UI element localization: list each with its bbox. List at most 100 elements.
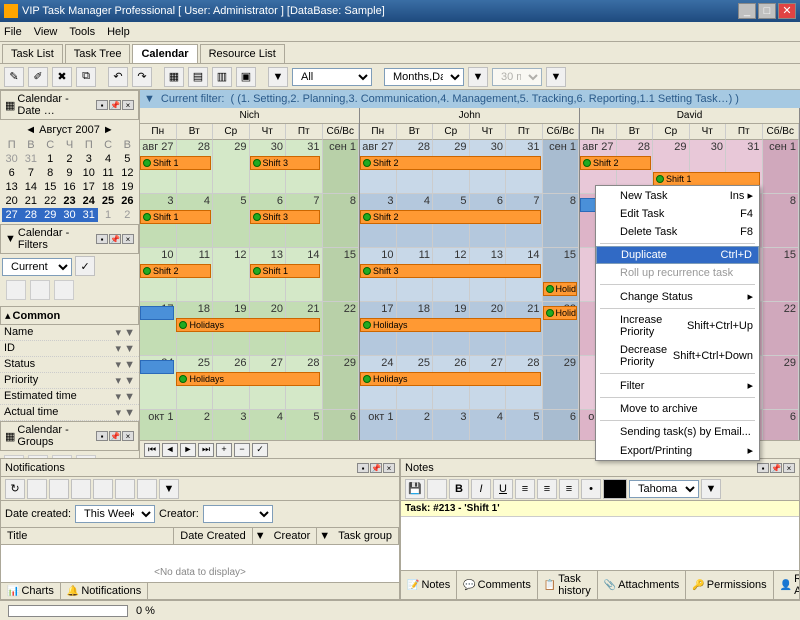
day-cell[interactable]: 6	[323, 410, 360, 440]
day-cell[interactable]: 5	[213, 194, 250, 247]
menu-item[interactable]: Roll up recurrence task	[596, 264, 759, 282]
prop-row[interactable]: Priority▾ ▼	[0, 373, 139, 389]
calendar-event[interactable]: Shift 3	[250, 210, 321, 224]
creator-select[interactable]	[203, 505, 273, 523]
filter-all-select[interactable]: All	[292, 68, 372, 86]
menu-item[interactable]: Sending task(s) by Email...	[596, 423, 759, 441]
day-cell[interactable]: окт 1	[360, 410, 397, 440]
tab-calendar[interactable]: Calendar	[132, 44, 197, 63]
menu-view[interactable]: View	[34, 26, 58, 38]
pin-icon[interactable]: 📌	[109, 100, 121, 110]
font-select[interactable]: Tahoma	[629, 480, 699, 498]
close-button[interactable]: ✕	[778, 3, 796, 19]
menu-item[interactable]: Export/Printing ▸	[596, 441, 759, 460]
align-right-icon[interactable]: ≡	[559, 479, 579, 499]
filter-ico2[interactable]	[30, 280, 50, 300]
bold-icon[interactable]: B	[449, 479, 469, 499]
day-cell[interactable]: 12	[213, 248, 250, 301]
redo-icon[interactable]: ↷	[132, 67, 152, 87]
menu-help[interactable]: Help	[107, 26, 130, 38]
calendar-event[interactable]	[140, 306, 174, 320]
calendar-event[interactable]: Shift 2	[360, 156, 541, 170]
calendar-event[interactable]	[140, 360, 174, 374]
btab-attachments[interactable]: 📎 Attachments	[598, 571, 687, 599]
align-left-icon[interactable]: ≡	[515, 479, 535, 499]
calendar-event[interactable]: Shift 1	[140, 156, 211, 170]
day-cell[interactable]: 8	[763, 194, 800, 247]
day-cell[interactable]: 6	[543, 410, 580, 440]
underline-icon[interactable]: U	[493, 479, 513, 499]
notif-ico3[interactable]	[49, 479, 69, 499]
btab-notes[interactable]: 📝 Notes	[401, 571, 457, 599]
menu-item[interactable]: Decrease PriorityShift+Ctrl+Down	[596, 341, 759, 371]
minimize-button[interactable]: _	[738, 3, 756, 19]
calendar-event[interactable]: Shift 2	[580, 156, 651, 170]
calendar-event[interactable]: Holidays	[543, 282, 577, 296]
day-cell[interactable]: 6	[763, 410, 800, 440]
day-cell[interactable]: 3	[433, 410, 470, 440]
date-created-select[interactable]: This Week	[75, 505, 155, 523]
calendar-event[interactable]: Holidays	[176, 372, 320, 386]
calendar-event[interactable]: Holidays	[176, 318, 320, 332]
day-cell[interactable]: 15	[763, 248, 800, 301]
calendar-event[interactable]: Shift 1	[250, 264, 321, 278]
view3-icon[interactable]: ▥	[212, 67, 232, 87]
x-icon[interactable]: ×	[122, 100, 134, 110]
calendar-event[interactable]: Shift 1	[653, 172, 761, 186]
day-cell[interactable]: 22	[763, 302, 800, 355]
prop-row[interactable]: ID▾ ▼	[0, 341, 139, 357]
notes-editor[interactable]	[401, 517, 799, 570]
panel-date-header[interactable]: ▦Calendar - Date … ▪📌×	[0, 90, 139, 120]
view4-icon[interactable]: ▣	[236, 67, 256, 87]
day-cell[interactable]: 8	[323, 194, 360, 247]
calendar-event[interactable]: Holidays	[543, 306, 577, 320]
btab-notifications[interactable]: 🔔 Notifications	[61, 583, 148, 599]
nav-plus-icon[interactable]: +	[216, 443, 232, 457]
notif-ico5[interactable]	[93, 479, 113, 499]
edit-icon[interactable]: ✐	[28, 67, 48, 87]
day-cell[interactable]: 3	[213, 410, 250, 440]
btab-permissions[interactable]: 🔑 Permissions	[686, 571, 773, 599]
day-cell[interactable]: 4	[250, 410, 287, 440]
day-cell[interactable]: 2	[397, 410, 434, 440]
panel-groups-header[interactable]: ▦Calendar - Groups ▪📌×	[0, 421, 139, 451]
menu-item[interactable]: Move to archive	[596, 400, 759, 418]
menu-item[interactable]: Increase PriorityShift+Ctrl+Up	[596, 311, 759, 341]
notes-ico2[interactable]	[427, 479, 447, 499]
day-cell[interactable]: сен 1	[763, 140, 800, 193]
notes-save-icon[interactable]: 💾	[405, 479, 425, 499]
filter-ico3[interactable]	[54, 280, 74, 300]
period-select[interactable]: Months,Days	[384, 68, 464, 86]
undo-icon[interactable]: ↶	[108, 67, 128, 87]
align-center-icon[interactable]: ≡	[537, 479, 557, 499]
calendar-event[interactable]: Holidays	[360, 318, 541, 332]
calendar-event[interactable]: Shift 2	[360, 210, 541, 224]
period-drop-icon[interactable]: ▼	[468, 67, 488, 87]
btab-history[interactable]: 📋 Task history	[538, 571, 598, 599]
tab-tasklist[interactable]: Task List	[2, 44, 63, 63]
calendar-event[interactable]: Shift 1	[140, 210, 211, 224]
filter-ico1[interactable]	[6, 280, 26, 300]
prop-row[interactable]: Name▾ ▼	[0, 325, 139, 341]
font-drop-icon[interactable]: ▼	[701, 479, 721, 499]
col-title[interactable]: Title	[1, 528, 174, 544]
bullets-icon[interactable]: •	[581, 479, 601, 499]
day-cell[interactable]: 29	[543, 356, 580, 409]
menu-item[interactable]: Change Status ▸	[596, 287, 759, 306]
prop-row[interactable]: Estimated time▾ ▼	[0, 389, 139, 405]
tab-resourcelist[interactable]: Resource List	[200, 44, 285, 63]
col-datecreated[interactable]: Date Created	[174, 528, 252, 544]
notif-ico7[interactable]	[137, 479, 157, 499]
nav-prev-icon[interactable]: ◄	[162, 443, 178, 457]
panel-common-header[interactable]: ▴Common	[0, 306, 139, 325]
col-taskgroup[interactable]: Task group	[332, 528, 399, 544]
col-creator[interactable]: Creator	[268, 528, 318, 544]
menu-item[interactable]: DuplicateCtrl+D	[596, 246, 759, 264]
day-cell[interactable]: окт 1	[140, 410, 177, 440]
delete-icon[interactable]: ✖	[52, 67, 72, 87]
notif-ico6[interactable]	[115, 479, 135, 499]
prop-row[interactable]: Actual time▾ ▼	[0, 405, 139, 421]
day-cell[interactable]: сен 1	[543, 140, 580, 193]
nav-check-icon[interactable]: ✓	[252, 443, 268, 457]
view1-icon[interactable]: ▦	[164, 67, 184, 87]
